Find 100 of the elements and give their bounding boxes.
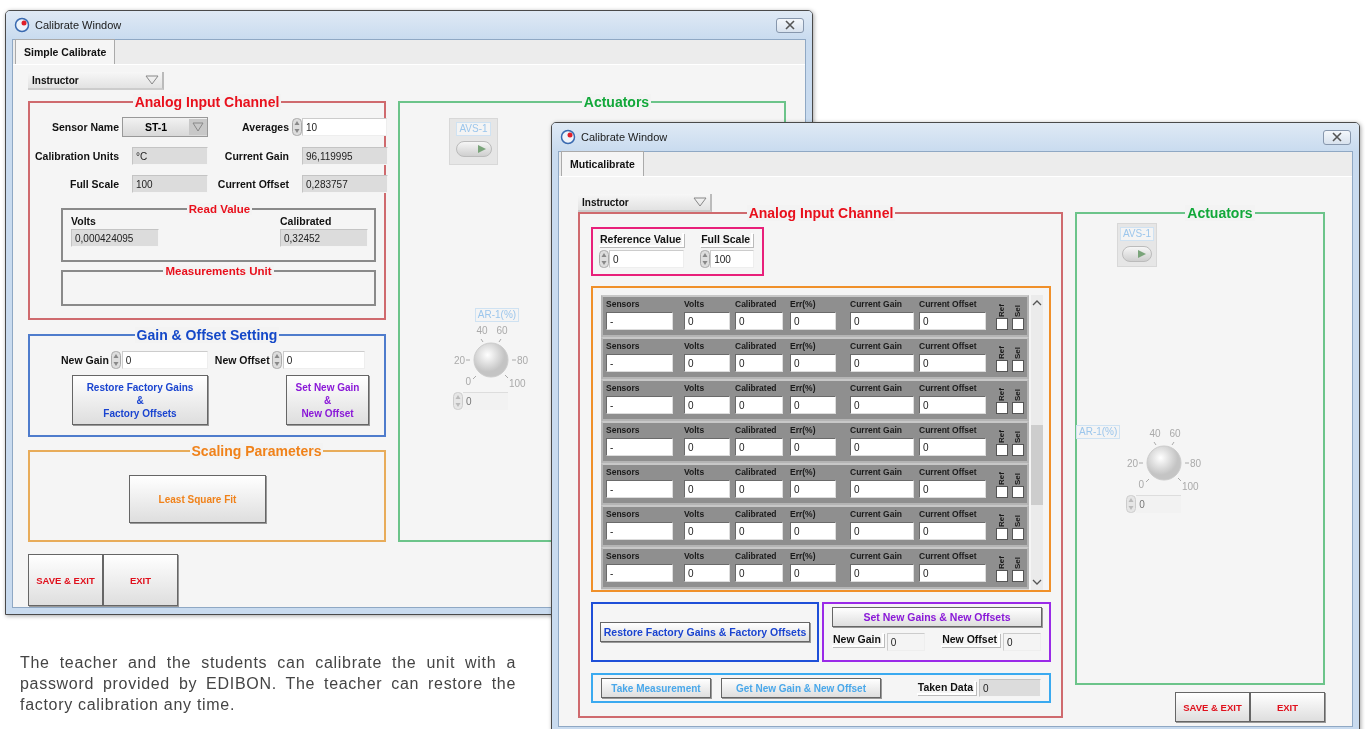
column-label: Volts xyxy=(684,425,706,436)
input-field[interactable]: 0 xyxy=(684,438,730,456)
checkbox[interactable] xyxy=(1012,570,1024,582)
field-label: Full Scale xyxy=(68,178,119,190)
input-field[interactable]: 0 xyxy=(790,396,836,414)
dial-scale-label: 100 xyxy=(1182,481,1200,492)
input-field[interactable]: 0 xyxy=(790,312,836,330)
input-field[interactable]: 0 xyxy=(919,354,986,372)
column-label: Err(%) xyxy=(790,509,817,520)
input-field[interactable]: 0 xyxy=(735,480,783,498)
scroll-down-icon[interactable] xyxy=(1032,578,1042,586)
input-field[interactable]: 0 xyxy=(919,522,986,540)
input-field[interactable]: 0 xyxy=(790,354,836,372)
column-label: Current Gain xyxy=(850,509,903,520)
tab[interactable]: Muticalibrate xyxy=(561,151,644,176)
input-field[interactable]: - xyxy=(606,312,673,330)
input-field[interactable]: 0 xyxy=(790,522,836,540)
input-field[interactable]: - xyxy=(606,522,673,540)
input-field[interactable]: 0 xyxy=(850,396,914,414)
triangle-icon xyxy=(476,144,487,154)
input-field[interactable]: - xyxy=(606,564,673,582)
input-field[interactable]: 0 xyxy=(919,396,986,414)
checkbox[interactable] xyxy=(1012,486,1024,498)
input-field[interactable]: 0 xyxy=(735,438,783,456)
input-field[interactable]: 0 xyxy=(919,564,986,582)
exit-button[interactable]: EXIT xyxy=(103,554,178,606)
input-field[interactable]: 0 xyxy=(850,522,914,540)
input-field[interactable]: 0 xyxy=(735,312,783,330)
input-field[interactable]: 0 xyxy=(850,354,914,372)
checkbox[interactable] xyxy=(996,528,1008,540)
readout-field: 0,283757 xyxy=(302,175,388,193)
checkbox[interactable] xyxy=(996,570,1008,582)
close-button[interactable] xyxy=(1323,129,1351,145)
input-field[interactable]: 0 xyxy=(121,351,208,369)
readout-field: 96,119995 xyxy=(302,147,388,165)
dropdown[interactable]: Instructor xyxy=(28,72,164,90)
input-field[interactable]: 0 xyxy=(1003,633,1041,651)
scrollbar-thumb[interactable] xyxy=(1031,425,1043,505)
input-field[interactable]: 0 xyxy=(735,354,783,372)
checkbox[interactable] xyxy=(996,360,1008,372)
tab[interactable]: Simple Calibrate xyxy=(15,39,116,64)
input-field[interactable]: 0 xyxy=(850,312,914,330)
spinner-arrows-icon[interactable] xyxy=(110,351,121,369)
input-field[interactable]: 0 xyxy=(850,564,914,582)
checkbox[interactable] xyxy=(996,402,1008,414)
input-field[interactable]: 0 xyxy=(684,312,730,330)
input-field[interactable]: 0 xyxy=(919,480,986,498)
group-title: Actuators xyxy=(581,94,652,110)
scroll-up-icon[interactable] xyxy=(1032,299,1042,307)
set-button[interactable]: Set New Gain & New Offset xyxy=(286,375,369,425)
input-field[interactable]: - xyxy=(606,354,673,372)
input-field[interactable]: 0 xyxy=(684,564,730,582)
field-label: New Offset xyxy=(214,354,270,366)
input-field[interactable]: 0 xyxy=(735,564,783,582)
input-field[interactable]: 0 xyxy=(790,438,836,456)
input-field[interactable]: 0 xyxy=(684,354,730,372)
dial-scale-label: 20 xyxy=(453,355,465,366)
input-field[interactable]: 0 xyxy=(609,250,684,268)
input-field[interactable]: 0 xyxy=(919,438,986,456)
checkbox[interactable] xyxy=(1012,444,1024,456)
input-field[interactable]: - xyxy=(606,438,673,456)
group-title: Scaling Parameters xyxy=(189,443,324,459)
checkbox[interactable] xyxy=(996,444,1008,456)
input-field[interactable]: 0 xyxy=(282,351,365,369)
input-field[interactable]: 0 xyxy=(919,312,986,330)
input-field[interactable]: 0 xyxy=(684,480,730,498)
checkbox[interactable] xyxy=(1012,528,1024,540)
input-field[interactable]: 0 xyxy=(735,522,783,540)
input-field[interactable]: 0 xyxy=(684,522,730,540)
set-button[interactable]: Set New Gains & New Offsets xyxy=(832,607,1042,627)
input-field[interactable]: 0 xyxy=(850,438,914,456)
input-field[interactable]: 0 xyxy=(735,396,783,414)
checkbox[interactable] xyxy=(1012,402,1024,414)
spinner-arrows-icon[interactable] xyxy=(700,250,711,268)
spinner-arrows-icon[interactable] xyxy=(599,250,609,268)
input-field[interactable]: 0 xyxy=(790,564,836,582)
checkbox[interactable] xyxy=(1012,360,1024,372)
close-button[interactable] xyxy=(776,17,804,33)
input-field[interactable]: 0 xyxy=(684,396,730,414)
input-field[interactable]: - xyxy=(606,480,673,498)
input-field[interactable]: 0 xyxy=(886,633,925,651)
input-field[interactable]: 0 xyxy=(790,480,836,498)
save-exit-button[interactable]: SAVE & EXIT xyxy=(1175,692,1250,722)
dropdown[interactable]: Instructor xyxy=(578,194,712,212)
checkbox[interactable] xyxy=(996,318,1008,330)
spinner-arrows-icon[interactable] xyxy=(271,351,282,369)
input-field[interactable]: 0 xyxy=(850,480,914,498)
input-field[interactable]: - xyxy=(606,396,673,414)
restore-button[interactable]: Restore Factory Gains & Factory Offsets xyxy=(600,622,810,642)
exit-button[interactable]: EXIT xyxy=(1250,692,1325,722)
spinner-arrows-icon[interactable] xyxy=(292,118,302,136)
restore-button[interactable]: Restore Factory Gains & Factory Offsets xyxy=(72,375,208,425)
readout-field: 0,32452 xyxy=(280,229,368,247)
dropdown[interactable]: ST-1 xyxy=(122,117,208,137)
checkbox[interactable] xyxy=(996,486,1008,498)
input-field[interactable]: 10 xyxy=(302,118,387,136)
scrollbar-track[interactable] xyxy=(1031,295,1043,590)
input-field[interactable]: 100 xyxy=(710,250,755,268)
checkbox[interactable] xyxy=(1012,318,1024,330)
save-exit-button[interactable]: SAVE & EXIT xyxy=(28,554,103,606)
